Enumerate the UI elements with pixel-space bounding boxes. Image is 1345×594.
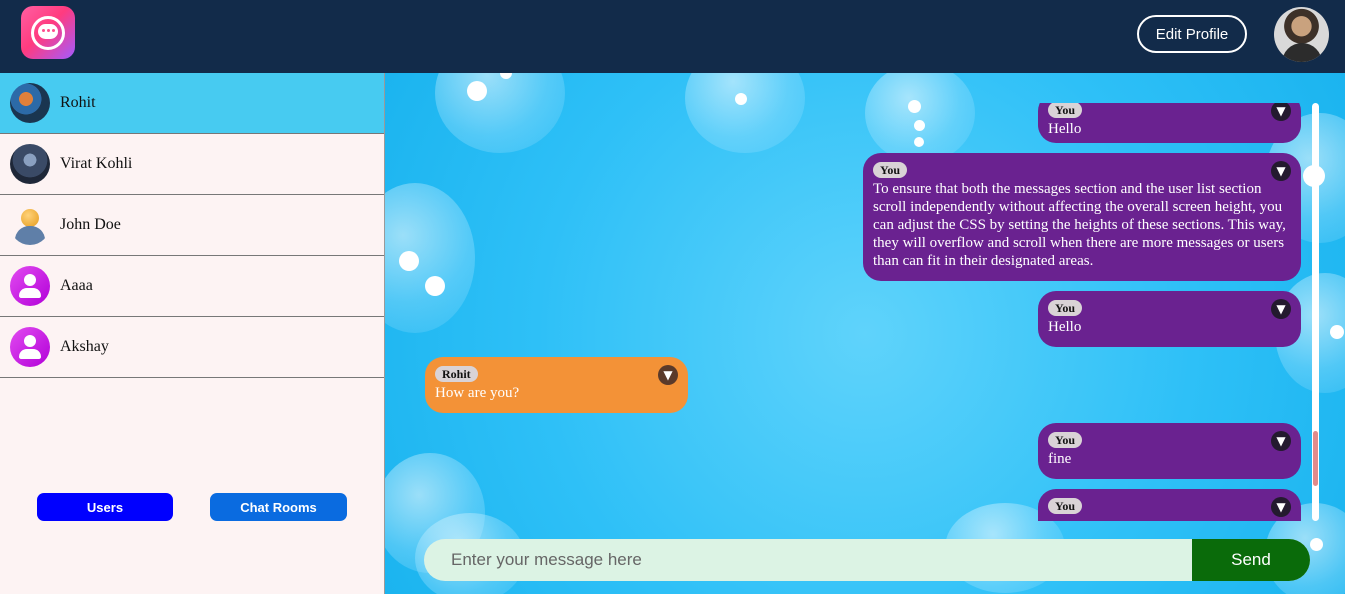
message-text: Hello xyxy=(1048,319,1082,335)
message-bubble: You Hello ▼ xyxy=(1038,291,1301,347)
app-logo-icon[interactable] xyxy=(21,6,75,59)
user-item-rohit[interactable]: Rohit xyxy=(0,73,384,134)
user-avatar xyxy=(10,83,50,123)
chevron-down-icon[interactable]: ▼ xyxy=(1271,431,1291,451)
message-text: To ensure that both the messages section… xyxy=(873,181,1286,269)
user-item-aaaa[interactable]: Aaaa xyxy=(0,256,384,317)
user-name: Akshay xyxy=(60,338,109,355)
user-name: Virat Kohli xyxy=(60,155,133,172)
user-item-virat-kohli[interactable]: Virat Kohli xyxy=(0,134,384,195)
avatar-shirt xyxy=(1282,43,1322,62)
message-sender: You xyxy=(873,162,908,178)
chevron-down-icon[interactable]: ▼ xyxy=(1271,299,1291,319)
message-bubble: Rohit How are you? ▼ xyxy=(425,357,688,413)
message-input[interactable] xyxy=(424,539,1192,581)
chevron-down-icon[interactable]: ▼ xyxy=(1271,161,1291,181)
background-dot xyxy=(1310,538,1323,551)
chat-rooms-button[interactable]: Chat Rooms xyxy=(210,493,347,521)
profile-avatar-icon[interactable] xyxy=(1274,7,1329,62)
message-bubble: You ▼ xyxy=(1038,489,1301,521)
message-bubble: You fine ▼ xyxy=(1038,423,1301,479)
user-avatar xyxy=(10,144,50,184)
message-text: Hello xyxy=(1048,121,1082,137)
background-dot xyxy=(1330,325,1344,339)
user-item-akshay[interactable]: Akshay xyxy=(0,317,384,378)
chevron-down-icon[interactable]: ▼ xyxy=(1271,103,1291,121)
user-name: Aaaa xyxy=(60,277,93,294)
background-dot xyxy=(399,251,419,271)
background-dot xyxy=(467,81,487,101)
users-button[interactable]: Users xyxy=(37,493,173,521)
send-button[interactable]: Send xyxy=(1192,539,1310,581)
message-text: How are you? xyxy=(435,385,520,401)
message-sender: You xyxy=(1048,103,1083,118)
message-composer: Send xyxy=(424,539,1310,581)
message-sender: You xyxy=(1048,432,1083,448)
user-avatar xyxy=(10,205,50,245)
message-sender: You xyxy=(1048,300,1083,316)
message-bubble: You To ensure that both the messages sec… xyxy=(863,153,1301,281)
scrollbar-thumb[interactable] xyxy=(1313,431,1318,486)
default-user-icon xyxy=(10,266,50,306)
user-item-john-doe[interactable]: John Doe xyxy=(0,195,384,256)
chevron-down-icon[interactable]: ▼ xyxy=(658,365,678,385)
logo-dots xyxy=(42,29,56,34)
chevron-down-icon[interactable]: ▼ xyxy=(1271,497,1291,517)
message-bubble: You Hello ▼ xyxy=(1038,103,1301,143)
message-sender: Rohit xyxy=(435,366,478,382)
message-sender: You xyxy=(1048,498,1083,514)
message-text: fine xyxy=(1048,451,1072,467)
message-scrollbar[interactable] xyxy=(1312,103,1319,521)
top-header: Edit Profile xyxy=(0,0,1345,73)
default-user-icon xyxy=(10,327,50,367)
chat-panel: You Hello ▼ You To ensure that both the … xyxy=(385,73,1345,594)
user-list-sidebar: Rohit Virat Kohli John Doe Aaaa Akshay U… xyxy=(0,73,385,594)
user-name: John Doe xyxy=(60,216,121,233)
message-list[interactable]: You Hello ▼ You To ensure that both the … xyxy=(425,103,1312,521)
user-name: Rohit xyxy=(60,94,96,111)
edit-profile-button[interactable]: Edit Profile xyxy=(1137,15,1247,53)
